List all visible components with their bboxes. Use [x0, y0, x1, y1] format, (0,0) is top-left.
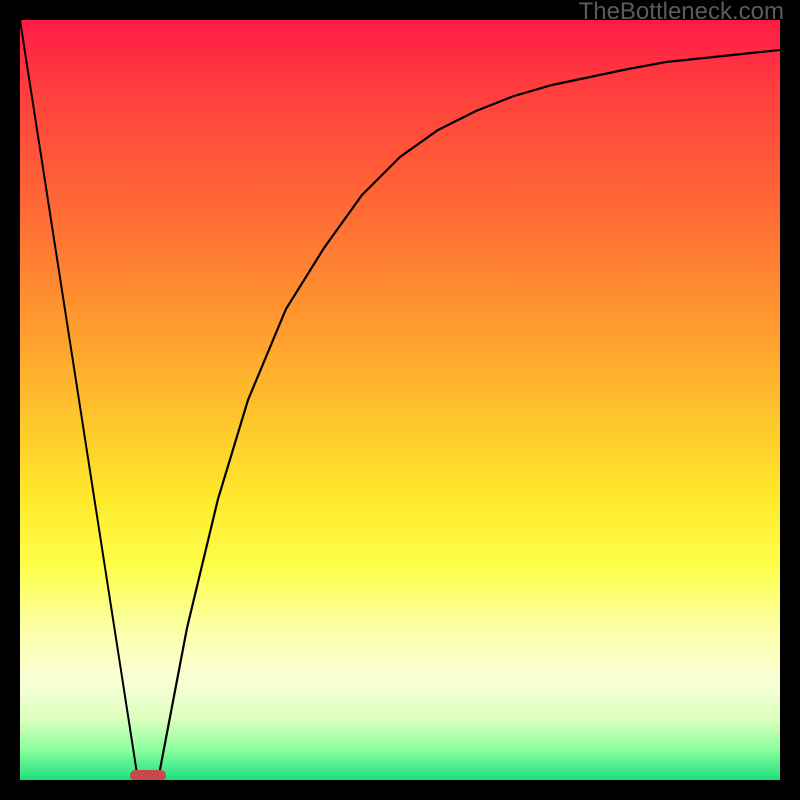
bottom-marker-pill [130, 770, 166, 780]
plot-area [20, 20, 780, 780]
curve-layer [20, 20, 780, 780]
curve-left-limb [20, 20, 138, 780]
curve-right-limb [158, 50, 780, 780]
chart-frame: TheBottleneck.com [0, 0, 800, 800]
watermark-text: TheBottleneck.com [579, 0, 784, 24]
